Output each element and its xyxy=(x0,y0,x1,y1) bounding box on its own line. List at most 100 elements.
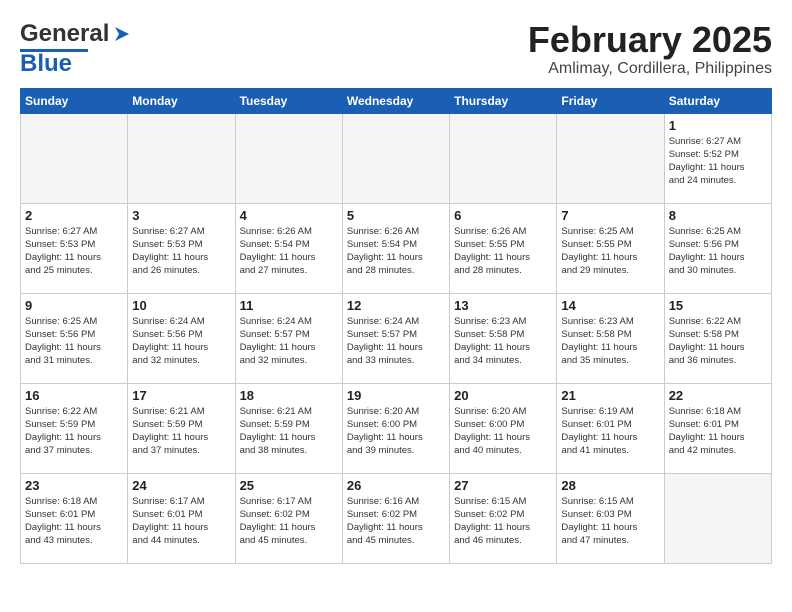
calendar-cell: 12Sunrise: 6:24 AM Sunset: 5:57 PM Dayli… xyxy=(342,293,449,383)
day-number: 22 xyxy=(669,388,767,403)
day-info: Sunrise: 6:21 AM Sunset: 5:59 PM Dayligh… xyxy=(240,405,338,458)
calendar-week-1: 1 Sunrise: 6:27 AM Sunset: 5:52 PM Daylig… xyxy=(21,113,772,203)
location-title: Amlimay, Cordillera, Philippines xyxy=(528,60,772,78)
weekday-header-thursday: Thursday xyxy=(450,88,557,113)
weekday-header-sunday: Sunday xyxy=(21,88,128,113)
day-number: 25 xyxy=(240,478,338,493)
day-info: Sunrise: 6:25 AM Sunset: 5:56 PM Dayligh… xyxy=(669,225,767,278)
day-info: Sunrise: 6:26 AM Sunset: 5:55 PM Dayligh… xyxy=(454,225,552,278)
calendar-cell xyxy=(450,113,557,203)
day-number: 26 xyxy=(347,478,445,493)
calendar-cell: 23Sunrise: 6:18 AM Sunset: 6:01 PM Dayli… xyxy=(21,473,128,563)
calendar-cell: 9 Sunrise: 6:25 AM Sunset: 5:56 PM Daylig… xyxy=(21,293,128,383)
day-info: Sunrise: 6:18 AM Sunset: 6:01 PM Dayligh… xyxy=(669,405,767,458)
calendar-table: SundayMondayTuesdayWednesdayThursdayFrid… xyxy=(20,88,772,564)
day-info: Sunrise: 6:23 AM Sunset: 5:58 PM Dayligh… xyxy=(561,315,659,368)
calendar-cell: 4Sunrise: 6:26 AM Sunset: 5:54 PM Daylig… xyxy=(235,203,342,293)
day-number: 13 xyxy=(454,298,552,313)
day-info: Sunrise: 6:27 AM Sunset: 5:53 PM Dayligh… xyxy=(25,225,123,278)
day-info: Sunrise: 6:24 AM Sunset: 5:56 PM Dayligh… xyxy=(132,315,230,368)
day-number: 14 xyxy=(561,298,659,313)
day-info: Sunrise: 6:20 AM Sunset: 6:00 PM Dayligh… xyxy=(454,405,552,458)
calendar-week-2: 2 Sunrise: 6:27 AM Sunset: 5:53 PM Daylig… xyxy=(21,203,772,293)
calendar-cell: 5 Sunrise: 6:26 AM Sunset: 5:54 PM Daylig… xyxy=(342,203,449,293)
calendar-cell: 24 Sunrise: 6:17 AM Sunset: 6:01 PM Dayli… xyxy=(128,473,235,563)
weekday-header-friday: Friday xyxy=(557,88,664,113)
day-info: Sunrise: 6:25 AM Sunset: 5:56 PM Dayligh… xyxy=(25,315,123,368)
day-number: 9 xyxy=(25,298,123,313)
day-number: 24 xyxy=(132,478,230,493)
calendar-cell: 14 Sunrise: 6:23 AM Sunset: 5:58 PM Dayli… xyxy=(557,293,664,383)
calendar-cell: 11 Sunrise: 6:24 AM Sunset: 5:57 PM Dayli… xyxy=(235,293,342,383)
day-number: 28 xyxy=(561,478,659,493)
logo-general: General xyxy=(20,20,109,48)
calendar-week-3: 9 Sunrise: 6:25 AM Sunset: 5:56 PM Daylig… xyxy=(21,293,772,383)
calendar-cell: 7Sunrise: 6:25 AM Sunset: 5:55 PM Daylig… xyxy=(557,203,664,293)
day-number: 2 xyxy=(25,208,123,223)
logo-arrow-icon xyxy=(111,23,133,45)
calendar-cell: 16 Sunrise: 6:22 AM Sunset: 5:59 PM Dayli… xyxy=(21,383,128,473)
calendar-cell: 13 Sunrise: 6:23 AM Sunset: 5:58 PM Dayli… xyxy=(450,293,557,383)
day-number: 21 xyxy=(561,388,659,403)
day-info: Sunrise: 6:26 AM Sunset: 5:54 PM Dayligh… xyxy=(347,225,445,278)
calendar-cell: 22 Sunrise: 6:18 AM Sunset: 6:01 PM Dayli… xyxy=(664,383,771,473)
calendar-cell xyxy=(128,113,235,203)
calendar-cell: 8 Sunrise: 6:25 AM Sunset: 5:56 PM Daylig… xyxy=(664,203,771,293)
day-info: Sunrise: 6:22 AM Sunset: 5:58 PM Dayligh… xyxy=(669,315,767,368)
day-number: 3 xyxy=(132,208,230,223)
calendar-cell: 17Sunrise: 6:21 AM Sunset: 5:59 PM Dayli… xyxy=(128,383,235,473)
calendar-cell: 20Sunrise: 6:20 AM Sunset: 6:00 PM Dayli… xyxy=(450,383,557,473)
day-info: Sunrise: 6:20 AM Sunset: 6:00 PM Dayligh… xyxy=(347,405,445,458)
calendar-cell: 15 Sunrise: 6:22 AM Sunset: 5:58 PM Dayli… xyxy=(664,293,771,383)
day-number: 10 xyxy=(132,298,230,313)
day-number: 6 xyxy=(454,208,552,223)
calendar-cell xyxy=(342,113,449,203)
calendar-cell: 28 Sunrise: 6:15 AM Sunset: 6:03 PM Dayli… xyxy=(557,473,664,563)
day-number: 5 xyxy=(347,208,445,223)
day-number: 15 xyxy=(669,298,767,313)
day-number: 11 xyxy=(240,298,338,313)
day-info: Sunrise: 6:27 AM Sunset: 5:52 PM Dayligh… xyxy=(669,135,767,188)
calendar-cell: 10 Sunrise: 6:24 AM Sunset: 5:56 PM Dayli… xyxy=(128,293,235,383)
day-number: 7 xyxy=(561,208,659,223)
weekday-header-saturday: Saturday xyxy=(664,88,771,113)
day-info: Sunrise: 6:17 AM Sunset: 6:01 PM Dayligh… xyxy=(132,495,230,548)
day-info: Sunrise: 6:24 AM Sunset: 5:57 PM Dayligh… xyxy=(240,315,338,368)
day-number: 12 xyxy=(347,298,445,313)
page-header: General Blue February 2025 Amlimay, Cord… xyxy=(20,20,772,78)
calendar-week-4: 16 Sunrise: 6:22 AM Sunset: 5:59 PM Dayli… xyxy=(21,383,772,473)
day-info: Sunrise: 6:27 AM Sunset: 5:53 PM Dayligh… xyxy=(132,225,230,278)
day-info: Sunrise: 6:15 AM Sunset: 6:02 PM Dayligh… xyxy=(454,495,552,548)
calendar-cell xyxy=(235,113,342,203)
calendar-cell: 1 Sunrise: 6:27 AM Sunset: 5:52 PM Daylig… xyxy=(664,113,771,203)
day-number: 1 xyxy=(669,118,767,133)
day-info: Sunrise: 6:15 AM Sunset: 6:03 PM Dayligh… xyxy=(561,495,659,548)
day-info: Sunrise: 6:17 AM Sunset: 6:02 PM Dayligh… xyxy=(240,495,338,548)
calendar-cell: 6 Sunrise: 6:26 AM Sunset: 5:55 PM Daylig… xyxy=(450,203,557,293)
title-block: February 2025 Amlimay, Cordillera, Phili… xyxy=(528,20,772,78)
weekday-header-tuesday: Tuesday xyxy=(235,88,342,113)
day-info: Sunrise: 6:16 AM Sunset: 6:02 PM Dayligh… xyxy=(347,495,445,548)
month-title: February 2025 xyxy=(528,20,772,60)
logo-blue: Blue xyxy=(20,52,133,76)
calendar-cell xyxy=(21,113,128,203)
day-number: 8 xyxy=(669,208,767,223)
weekday-header-wednesday: Wednesday xyxy=(342,88,449,113)
day-info: Sunrise: 6:21 AM Sunset: 5:59 PM Dayligh… xyxy=(132,405,230,458)
calendar-cell xyxy=(557,113,664,203)
weekday-header-monday: Monday xyxy=(128,88,235,113)
day-info: Sunrise: 6:23 AM Sunset: 5:58 PM Dayligh… xyxy=(454,315,552,368)
day-number: 16 xyxy=(25,388,123,403)
calendar-cell: 3 Sunrise: 6:27 AM Sunset: 5:53 PM Daylig… xyxy=(128,203,235,293)
calendar-cell: 2 Sunrise: 6:27 AM Sunset: 5:53 PM Daylig… xyxy=(21,203,128,293)
day-info: Sunrise: 6:19 AM Sunset: 6:01 PM Dayligh… xyxy=(561,405,659,458)
calendar-cell: 19Sunrise: 6:20 AM Sunset: 6:00 PM Dayli… xyxy=(342,383,449,473)
day-info: Sunrise: 6:18 AM Sunset: 6:01 PM Dayligh… xyxy=(25,495,123,548)
calendar-cell xyxy=(664,473,771,563)
calendar-cell: 18Sunrise: 6:21 AM Sunset: 5:59 PM Dayli… xyxy=(235,383,342,473)
day-info: Sunrise: 6:26 AM Sunset: 5:54 PM Dayligh… xyxy=(240,225,338,278)
logo: General Blue xyxy=(20,20,133,76)
calendar-cell: 26 Sunrise: 6:16 AM Sunset: 6:02 PM Dayli… xyxy=(342,473,449,563)
day-info: Sunrise: 6:22 AM Sunset: 5:59 PM Dayligh… xyxy=(25,405,123,458)
day-number: 27 xyxy=(454,478,552,493)
